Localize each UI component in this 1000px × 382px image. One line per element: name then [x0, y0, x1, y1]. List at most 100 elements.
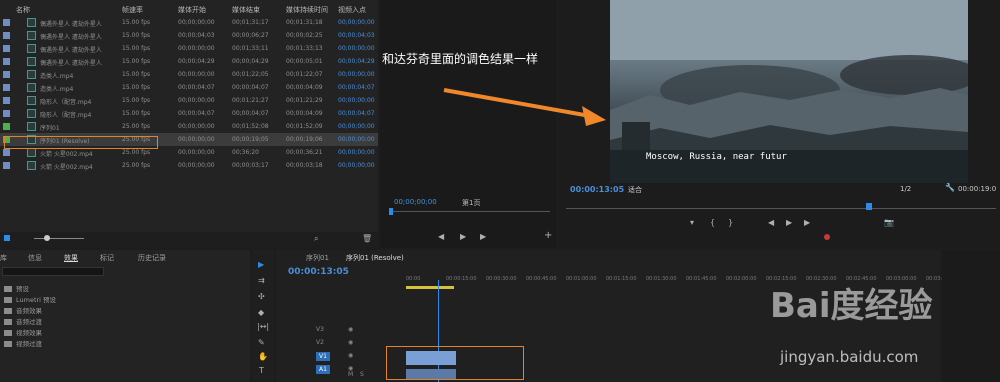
project-row[interactable]: 造类人.mp4 15.00 fps 00;00;04;07 00;00;04;07 00…: [0, 81, 378, 94]
step-back-button[interactable]: ◀: [768, 218, 774, 227]
color-label[interactable]: [3, 84, 10, 91]
program-scrubber[interactable]: [566, 208, 996, 209]
step-forward-button[interactable]: ▶: [480, 232, 486, 241]
color-label[interactable]: [3, 58, 10, 65]
ripple-edit-icon[interactable]: ✣: [258, 292, 265, 301]
type-tool-icon[interactable]: T: [259, 366, 264, 375]
folder-presets[interactable]: 预设: [4, 283, 29, 293]
project-row[interactable]: 造类人.mp4 15.00 fps 00;00;00;00 00;01;22;05 00…: [0, 68, 378, 81]
eye-icon[interactable]: ◉: [348, 339, 353, 346]
color-label[interactable]: [3, 45, 10, 52]
folder-audio-effects[interactable]: 音频效果: [4, 305, 42, 315]
eye-icon[interactable]: ◉: [348, 352, 353, 359]
source-playhead[interactable]: [389, 208, 393, 215]
color-label[interactable]: [3, 123, 10, 130]
effects-search-input[interactable]: [2, 267, 104, 276]
project-item-fps: 15.00 fps: [122, 84, 151, 91]
project-item-fps: 25.00 fps: [122, 149, 151, 156]
clip-icon: [27, 148, 36, 157]
project-row[interactable]: 偶遇外星人 遭劫外星人 15.00 fps 00;00;00;00 00;01;31;…: [0, 16, 378, 29]
marker-icon[interactable]: ▾: [690, 218, 694, 227]
source-scrubber[interactable]: [390, 211, 550, 212]
track-label-v1[interactable]: V1: [316, 352, 330, 361]
column-header-name[interactable]: 名称: [16, 5, 30, 15]
slip-tool-icon[interactable]: |↔|: [257, 322, 269, 331]
folder-label: 音频过渡: [16, 318, 42, 326]
project-row[interactable]: 偶遇外星人 遭劫外星人 15.00 fps 00;00;04;29 00;00;04;…: [0, 55, 378, 68]
project-item-duration: 00;01;52;09: [286, 123, 323, 130]
project-row[interactable]: 序列01 25.00 fps 00;00;00;00 00;01;52;08 00;01…: [0, 120, 378, 133]
project-item-fps: 15.00 fps: [122, 110, 151, 117]
step-forward-button[interactable]: ▶: [804, 218, 810, 227]
track-label-v3[interactable]: V3: [316, 326, 324, 333]
project-item-fps: 15.00 fps: [122, 32, 151, 39]
fit-dropdown[interactable]: 适合: [628, 185, 642, 195]
folder-video-effects[interactable]: 视频效果: [4, 327, 42, 337]
zoom-slider-handle[interactable]: [44, 235, 50, 241]
project-item-duration: 00;00;04;09: [286, 110, 323, 117]
color-label[interactable]: [3, 162, 10, 169]
resolution-dropdown[interactable]: 1/2: [900, 185, 911, 193]
zoom-slider[interactable]: [34, 238, 84, 239]
color-label[interactable]: [3, 32, 10, 39]
add-button[interactable]: +: [544, 230, 552, 241]
play-button[interactable]: ▶: [460, 232, 466, 241]
tab-markers[interactable]: 标记: [100, 253, 114, 263]
out-point-icon[interactable]: }: [728, 218, 733, 227]
clip-icon: [27, 31, 36, 40]
column-header-media-end[interactable]: 媒体结束: [232, 5, 260, 15]
tab-effects[interactable]: 效果: [64, 253, 78, 263]
column-header-video-in[interactable]: 视频入点: [338, 5, 366, 15]
work-area-bar[interactable]: [406, 286, 454, 289]
camera-icon[interactable]: 📷: [884, 218, 894, 227]
color-label[interactable]: [3, 149, 10, 156]
color-label[interactable]: [3, 110, 10, 117]
wrench-icon[interactable]: 🔧: [945, 183, 955, 192]
track-label-a1[interactable]: A1: [316, 365, 330, 374]
program-playhead[interactable]: [866, 203, 872, 210]
mute-button[interactable]: M: [348, 371, 353, 378]
color-label[interactable]: [3, 97, 10, 104]
list-view-icon[interactable]: [4, 235, 10, 241]
column-header-media-start[interactable]: 媒体开始: [178, 5, 206, 15]
program-timecode[interactable]: 00:00:13:05: [570, 185, 624, 194]
project-row[interactable]: 偶遇外星人 遭劫外星人 15.00 fps 00;00;00;00 00;01;33;…: [0, 42, 378, 55]
project-item-in: 00;00;04;29: [338, 58, 375, 65]
project-row[interactable]: 隐形人（配音.mp4 15.00 fps 00;00;04;07 00;00;04;0…: [0, 107, 378, 120]
tab-sequence-01[interactable]: 序列01: [306, 253, 329, 263]
tab-info[interactable]: 信息: [28, 253, 42, 263]
selection-tool-icon[interactable]: ▶: [258, 260, 264, 269]
column-header-fps[interactable]: 帧速率: [122, 5, 143, 15]
source-page[interactable]: 第1页: [462, 198, 480, 208]
trash-icon[interactable]: 🗑: [362, 234, 372, 243]
search-icon[interactable]: ⌕: [314, 234, 318, 244]
razor-tool-icon[interactable]: ◆: [258, 308, 264, 317]
track-label-v2[interactable]: V2: [316, 339, 324, 346]
record-icon[interactable]: [824, 234, 830, 240]
tab-history[interactable]: 历史记录: [138, 253, 166, 263]
pen-tool-icon[interactable]: ✎: [258, 338, 265, 347]
eye-icon[interactable]: ◉: [348, 326, 353, 333]
solo-button[interactable]: S: [360, 371, 364, 378]
tab-sequence-resolve[interactable]: 序列01 (Resolve): [346, 253, 404, 263]
project-item-duration: 00;00;19;06: [286, 136, 323, 143]
project-row[interactable]: 偶遇外星人 遭劫外星人 15.00 fps 00;00;04;03 00;00;06;…: [0, 29, 378, 42]
in-point-icon[interactable]: {: [710, 218, 715, 227]
play-button[interactable]: ▶: [786, 218, 792, 227]
track-select-icon[interactable]: ⇉: [258, 276, 265, 285]
folder-lumetri-presets[interactable]: Lumetri 预设: [4, 294, 56, 304]
project-item-start: 00;00;00;00: [178, 136, 215, 143]
hand-tool-icon[interactable]: ✋: [258, 352, 268, 361]
timeline-timecode[interactable]: 00:00:13:05: [288, 267, 349, 277]
color-label[interactable]: [3, 19, 10, 26]
column-header-duration[interactable]: 媒体持续时间: [286, 5, 328, 15]
folder-audio-transitions[interactable]: 音频过渡: [4, 316, 42, 326]
project-item-in: 00;00;00;00: [338, 136, 375, 143]
color-label[interactable]: [3, 71, 10, 78]
source-timecode[interactable]: 00;00;00;00: [394, 198, 437, 206]
step-back-button[interactable]: ◀: [438, 232, 444, 241]
folder-video-transitions[interactable]: 视频过渡: [4, 338, 42, 348]
tab-library[interactable]: 库: [0, 253, 7, 263]
project-row[interactable]: 火箭 火星002.mp4 25.00 fps 00;00;00;00 00;00;03…: [0, 159, 378, 172]
project-row[interactable]: 隐形人（配音.mp4 15.00 fps 00;00;00;00 00;01;21;2…: [0, 94, 378, 107]
